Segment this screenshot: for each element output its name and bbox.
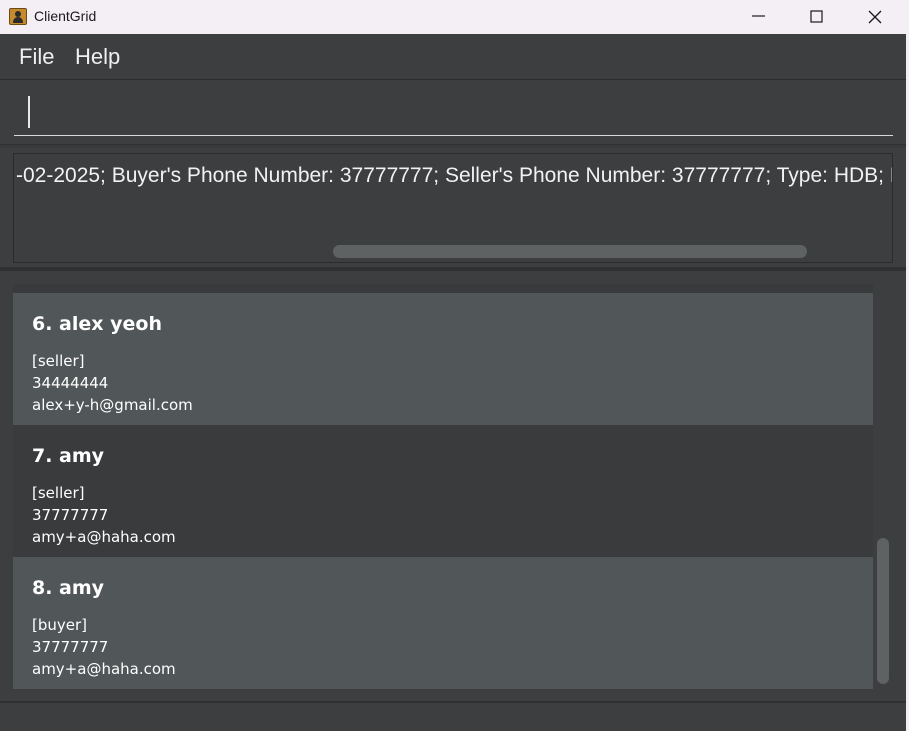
contacts-app-icon bbox=[9, 8, 27, 25]
divider bbox=[0, 144, 906, 148]
status-bar bbox=[0, 701, 906, 731]
client-card[interactable]: 6. alex yeoh [seller] 34444444 alex+y-h@… bbox=[13, 293, 873, 425]
close-icon bbox=[868, 10, 882, 24]
maximize-icon bbox=[810, 10, 823, 23]
command-box bbox=[0, 80, 906, 144]
vertical-scrollbar-thumb[interactable] bbox=[877, 538, 889, 684]
client-name: 8. amy bbox=[32, 577, 105, 599]
title-bar: ClientGrid bbox=[0, 0, 909, 34]
menu-bar: File Help bbox=[0, 34, 906, 80]
client-tag: [buyer] bbox=[32, 616, 88, 634]
close-button[interactable] bbox=[846, 0, 904, 34]
client-tag: [seller] bbox=[32, 484, 85, 502]
minimize-button[interactable] bbox=[730, 0, 788, 34]
client-name: 6. alex yeoh bbox=[32, 313, 162, 335]
client-name: 7. amy bbox=[32, 445, 105, 467]
horizontal-scrollbar-thumb[interactable] bbox=[333, 245, 807, 258]
text-caret bbox=[28, 96, 30, 128]
client-tag: [seller] bbox=[32, 352, 85, 370]
client-card[interactable]: 7. amy [seller] 37777777 amy+a@haha.com bbox=[13, 425, 873, 557]
result-text: -02-2025; Buyer's Phone Number: 37777777… bbox=[16, 164, 893, 187]
client-email: alex+y-h@gmail.com bbox=[32, 396, 193, 414]
command-input[interactable] bbox=[14, 92, 893, 136]
minimize-icon bbox=[752, 15, 765, 17]
result-display[interactable]: -02-2025; Buyer's Phone Number: 37777777… bbox=[13, 153, 893, 263]
client-card[interactable]: 8. amy [buyer] 37777777 amy+a@haha.com bbox=[13, 557, 873, 689]
client-email: amy+a@haha.com bbox=[32, 660, 176, 678]
maximize-button[interactable] bbox=[788, 0, 846, 34]
menu-file[interactable]: File bbox=[19, 44, 54, 70]
client-phone: 37777777 bbox=[32, 506, 109, 524]
menu-help[interactable]: Help bbox=[75, 44, 120, 70]
client-phone: 34444444 bbox=[32, 374, 109, 392]
client-list[interactable]: 6. alex yeoh [seller] 34444444 alex+y-h@… bbox=[13, 284, 873, 689]
client-phone: 37777777 bbox=[32, 638, 109, 656]
window-title: ClientGrid bbox=[34, 8, 97, 24]
client-email: amy+a@haha.com bbox=[32, 528, 176, 546]
client-list-panel: 6. alex yeoh [seller] 34444444 alex+y-h@… bbox=[0, 271, 906, 701]
